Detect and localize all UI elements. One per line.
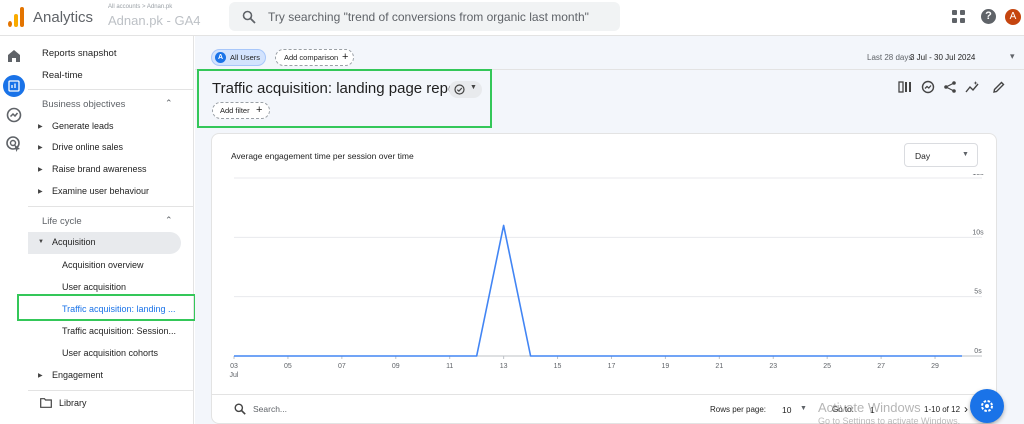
nav-library[interactable]: Library	[59, 398, 87, 408]
plus-icon: +	[342, 51, 349, 63]
highlight-box-sidebar	[17, 294, 196, 321]
edit-pencil-icon[interactable]	[992, 80, 1006, 94]
x-tick-label: 29	[931, 363, 939, 370]
caret-down-icon: ▼	[962, 151, 969, 158]
main-content: A All Users Add comparison + Last 28 day…	[195, 36, 1024, 424]
chevron-down-icon[interactable]: ▾	[1010, 51, 1015, 62]
y-tick-label: 10s	[972, 229, 984, 236]
reports-icon[interactable]	[3, 75, 25, 97]
segment-avatar: A	[215, 52, 226, 63]
segment-label: All Users	[230, 53, 261, 62]
sidebar-divider	[28, 89, 193, 90]
chevron-up-icon[interactable]: ⌃	[165, 98, 173, 109]
caret-down-icon[interactable]: ▼	[800, 405, 807, 412]
line-chart: 0s 5s 10s 15s 03 05 07 09 11 13 15 17 19 21 23 25 27 29 Ju…	[230, 174, 985, 379]
nav-drive-online-sales[interactable]: Drive online sales	[52, 142, 123, 152]
rows-per-page-select[interactable]: 10	[782, 405, 791, 415]
nav-user-acquisition[interactable]: User acquisition	[62, 282, 126, 292]
add-comparison-button[interactable]: Add comparison +	[275, 49, 354, 66]
chart-title: Average engagement time per session over…	[231, 151, 414, 161]
expand-arrow-icon[interactable]: ▶	[38, 144, 43, 151]
segment-chip-all-users[interactable]: A All Users	[211, 49, 266, 66]
home-icon[interactable]	[5, 47, 23, 65]
x-tick-label: 09	[392, 363, 400, 370]
sidebar: Reports snapshot Real-time Business obje…	[28, 36, 194, 424]
collapse-arrow-icon[interactable]: ▼	[38, 239, 44, 245]
y-tick-label: 0s	[974, 348, 982, 355]
highlight-box-title	[197, 69, 492, 128]
avatar[interactable]: A	[1005, 9, 1021, 25]
customize-report-icon[interactable]	[898, 80, 912, 94]
chevron-up-icon[interactable]: ⌃	[165, 215, 173, 226]
app-title: Analytics	[33, 9, 94, 26]
sparkle-gear-icon	[981, 400, 993, 412]
nav-acquisition[interactable]: Acquisition	[52, 237, 96, 247]
y-tick-label: 5s	[974, 289, 982, 296]
nav-engagement[interactable]: Engagement	[52, 370, 103, 380]
x-tick-label: 19	[662, 363, 670, 370]
apps-grid-icon[interactable]	[952, 10, 966, 24]
trend-sparkle-icon[interactable]	[965, 80, 979, 94]
acquisition-selected-bg	[28, 232, 181, 254]
nav-generate-leads[interactable]: Generate leads	[52, 121, 114, 131]
nav-acquisition-overview[interactable]: Acquisition overview	[62, 260, 144, 270]
activate-windows-watermark: Activate Windows	[818, 400, 921, 415]
nav-traffic-acquisition-session[interactable]: Traffic acquisition: Session...	[62, 326, 176, 336]
x-tick-label: 25	[823, 363, 831, 370]
search-icon	[242, 10, 256, 24]
x-tick-label: 15	[554, 363, 562, 370]
nav-user-acquisition-cohorts[interactable]: User acquisition cohorts	[62, 348, 158, 358]
top-bar: Analytics All accounts > Adnan.pk Adnan.…	[0, 0, 1024, 36]
folder-icon	[40, 398, 52, 408]
nav-reports-snapshot[interactable]: Reports snapshot	[42, 48, 116, 59]
table-search-input[interactable]: Search...	[253, 404, 287, 414]
granularity-select[interactable]: Day ▼	[904, 143, 978, 167]
x-tick-label: 27	[877, 363, 885, 370]
pagination-info: 1-10 of 12	[924, 405, 961, 414]
x-tick-label: 11	[446, 363, 453, 370]
property-selector[interactable]: Adnan.pk - GA4	[108, 13, 201, 28]
table-divider	[212, 394, 996, 395]
date-range-value[interactable]: 3 Jul - 30 Jul 2024	[910, 53, 975, 62]
help-icon[interactable]: ?	[981, 9, 996, 24]
x-month-label: Jul	[230, 372, 239, 379]
y-tick-label: 15s	[972, 174, 984, 177]
account-breadcrumb[interactable]: All accounts > Adnan.pk	[108, 4, 172, 10]
share-icon[interactable]	[943, 80, 957, 94]
sidebar-divider	[28, 206, 193, 207]
expand-arrow-icon[interactable]: ▶	[38, 188, 43, 195]
chart-card: Average engagement time per session over…	[211, 133, 997, 424]
search-icon	[234, 403, 246, 415]
nav-raise-brand-awareness[interactable]: Raise brand awareness	[52, 164, 147, 174]
nav-realtime[interactable]: Real-time	[42, 70, 83, 81]
rows-per-page-label: Rows per page:	[710, 405, 767, 414]
explore-icon[interactable]	[5, 106, 23, 124]
x-tick-label: 03	[230, 363, 238, 370]
series-line	[234, 224, 962, 357]
x-tick-label: 07	[338, 363, 346, 370]
analytics-logo-icon[interactable]	[8, 7, 24, 27]
expand-arrow-icon[interactable]: ▶	[38, 372, 43, 379]
sidebar-divider	[28, 390, 193, 391]
x-tick-label: 17	[608, 363, 616, 370]
ai-assistant-button[interactable]	[970, 389, 1004, 423]
date-range-label[interactable]: Last 28 days	[867, 53, 912, 62]
x-tick-label: 13	[500, 363, 508, 370]
section-life-cycle[interactable]: Life cycle	[42, 216, 82, 227]
expand-arrow-icon[interactable]: ▶	[38, 166, 43, 173]
advertising-icon[interactable]	[5, 135, 23, 153]
nav-examine-user-behaviour[interactable]: Examine user behaviour	[52, 186, 149, 196]
activate-windows-subtext: Go to Settings to activate Windows.	[818, 416, 961, 424]
x-tick-label: 05	[284, 363, 292, 370]
insights-icon[interactable]	[921, 80, 935, 94]
next-page-chevron-icon[interactable]: ›	[964, 402, 968, 416]
navigation-rail	[0, 36, 28, 424]
expand-arrow-icon[interactable]: ▶	[38, 123, 43, 130]
section-business-objectives[interactable]: Business objectives	[42, 99, 125, 110]
search-bar[interactable]: Try searching "trend of conversions from…	[229, 2, 620, 31]
x-tick-label: 23	[769, 363, 777, 370]
x-tick-label: 21	[715, 363, 723, 370]
search-input[interactable]: Try searching "trend of conversions from…	[268, 10, 589, 24]
